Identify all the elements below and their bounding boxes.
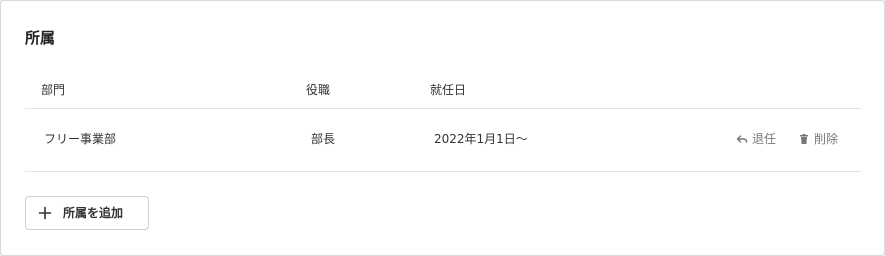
delete-button[interactable]: 削除 xyxy=(798,129,838,149)
cell-start-date: 2022年1月1日〜 xyxy=(434,132,528,146)
delete-label: 削除 xyxy=(814,132,839,146)
add-affiliation-label: 所属を追加 xyxy=(63,206,124,220)
section-title: 所属 xyxy=(25,29,56,47)
trash-icon xyxy=(800,134,808,144)
plus-icon xyxy=(38,206,52,220)
add-affiliation-button[interactable]: 所属を追加 xyxy=(25,196,149,230)
header-department: 部門 xyxy=(41,83,66,97)
cell-department: フリー事業部 xyxy=(44,132,117,146)
undo-icon xyxy=(736,135,748,143)
resign-label: 退任 xyxy=(752,132,777,146)
affiliation-card: 所属 部門 役職 就任日 フリー事業部 部長 2022年1月1日〜 退任 削除 xyxy=(0,0,885,256)
resign-button[interactable]: 退任 xyxy=(736,129,776,149)
cell-position: 部長 xyxy=(311,132,336,146)
table-header: 部門 役職 就任日 xyxy=(25,79,861,109)
header-start-date: 就任日 xyxy=(430,83,467,97)
header-position: 役職 xyxy=(306,83,331,97)
table-row: フリー事業部 部長 2022年1月1日〜 退任 削除 xyxy=(25,109,861,172)
